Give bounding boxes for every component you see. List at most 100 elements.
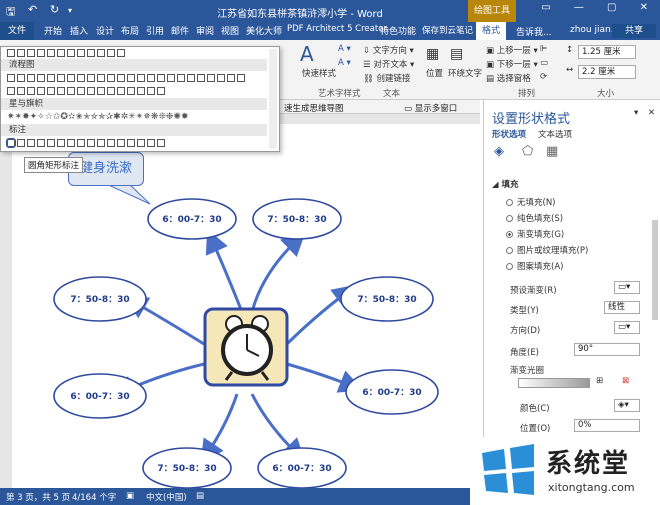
shape-item[interactable]: [87, 87, 95, 95]
remove-stop-icon[interactable]: ⊠: [622, 376, 629, 386]
shape-item[interactable]: [147, 74, 155, 82]
shape-item[interactable]: [97, 139, 105, 147]
shape-item[interactable]: [117, 139, 125, 147]
shape-item[interactable]: [47, 87, 55, 95]
tab-mailings[interactable]: 邮件: [171, 24, 189, 37]
share-button[interactable]: 共享: [612, 24, 656, 38]
page-count[interactable]: 第 3 页，共 5 页: [6, 491, 70, 503]
shape-item[interactable]: [47, 49, 55, 57]
tell-me-input[interactable]: 告诉我...: [516, 25, 552, 38]
shape-item[interactable]: [7, 74, 15, 82]
pane-dropdown-icon[interactable]: ▾: [634, 108, 638, 118]
shape-item[interactable]: [7, 49, 15, 57]
shape-item[interactable]: [87, 139, 95, 147]
angle-input[interactable]: 90°: [574, 343, 640, 356]
tab-beautify[interactable]: 美化大师: [246, 24, 282, 37]
wrap-text-button[interactable]: 环绕文字: [448, 67, 482, 79]
shape-item[interactable]: [137, 139, 145, 147]
shape-item[interactable]: [17, 74, 25, 82]
fill-gradient-radio[interactable]: 渐变填充(G): [506, 228, 564, 240]
position-input[interactable]: 0%: [574, 419, 640, 432]
shape-item[interactable]: [77, 87, 85, 95]
shape-item[interactable]: [67, 139, 75, 147]
tab-format[interactable]: 格式: [476, 22, 506, 40]
fill-pattern-radio[interactable]: 图案填充(A): [506, 260, 563, 272]
fill-solid-radio[interactable]: 纯色填充(S): [506, 212, 563, 224]
shape-item[interactable]: [157, 87, 165, 95]
multi-window-button[interactable]: ▭ 显示多窗口: [404, 102, 457, 114]
color-picker[interactable]: ◈▾: [614, 399, 640, 412]
wrap-text-icon[interactable]: ▤: [450, 46, 463, 62]
gradient-stops-bar[interactable]: [518, 378, 590, 388]
width-spinner[interactable]: 2.2 厘米: [578, 65, 636, 79]
shape-item[interactable]: [107, 49, 115, 57]
shape-item[interactable]: [37, 87, 45, 95]
text-fill-icon[interactable]: A ▾: [338, 44, 351, 54]
rounded-rect-callout-shape[interactable]: [6, 138, 16, 148]
mindmap-link[interactable]: 速生成思维导图: [284, 102, 344, 114]
selection-pane-button[interactable]: ▤ 选择窗格: [486, 72, 531, 84]
group-icon[interactable]: ▭: [540, 58, 548, 68]
shape-item[interactable]: [77, 74, 85, 82]
tab-review[interactable]: 审阅: [196, 24, 214, 37]
shape-item[interactable]: [27, 139, 35, 147]
shape-item[interactable]: [117, 87, 125, 95]
tab-pdf-architect[interactable]: PDF Architect 5 Creator: [287, 24, 387, 34]
shape-item[interactable]: [27, 87, 35, 95]
position-button[interactable]: 位置: [426, 67, 443, 79]
language-indicator[interactable]: 中文(中国): [146, 491, 187, 503]
align-text-button[interactable]: ☰ 对齐文本 ▾: [363, 58, 414, 70]
preset-gradient-picker[interactable]: ▭▾: [614, 281, 640, 294]
tab-view[interactable]: 视图: [221, 24, 239, 37]
window-controls[interactable]: ▭ — ▢ ✕: [541, 2, 658, 13]
text-outline-icon[interactable]: A ▾: [338, 58, 351, 68]
shape-item[interactable]: [87, 49, 95, 57]
tab-home[interactable]: 开始: [44, 24, 62, 37]
shape-item[interactable]: [97, 49, 105, 57]
shape-item[interactable]: [17, 139, 25, 147]
tab-insert[interactable]: 插入: [70, 24, 88, 37]
tab-shape-options[interactable]: 形状选项: [492, 128, 526, 140]
shape-item[interactable]: [137, 74, 145, 82]
shape-item[interactable]: [197, 74, 205, 82]
shape-item[interactable]: [37, 74, 45, 82]
fill-picture-radio[interactable]: 图片或纹理填充(P): [506, 244, 588, 256]
tab-text-options[interactable]: 文本选项: [538, 128, 572, 140]
fill-section-header[interactable]: ◢ 填充: [492, 178, 519, 190]
shape-item[interactable]: [97, 87, 105, 95]
shape-item[interactable]: [237, 74, 245, 82]
tab-file[interactable]: 文件: [0, 22, 34, 40]
shape-item[interactable]: [127, 87, 135, 95]
quick-style-button[interactable]: 快速样式: [302, 67, 336, 79]
gallery-scrollbar[interactable]: [269, 49, 277, 149]
shape-item[interactable]: [117, 74, 125, 82]
shape-item[interactable]: [27, 49, 35, 57]
shape-item[interactable]: [37, 139, 45, 147]
add-stop-icon[interactable]: ⊞: [596, 376, 603, 386]
shape-item[interactable]: [157, 74, 165, 82]
layout-props-icon[interactable]: ▦: [546, 144, 558, 159]
shape-item[interactable]: [177, 74, 185, 82]
position-icon[interactable]: ▦: [426, 46, 439, 62]
direction-picker[interactable]: ▭▾: [614, 321, 640, 334]
shape-item[interactable]: [117, 49, 125, 57]
create-link-button[interactable]: ⛓ 创建链接: [363, 72, 411, 84]
shape-item[interactable]: [107, 87, 115, 95]
shape-item[interactable]: [227, 74, 235, 82]
proofing-icon[interactable]: ▣: [126, 491, 134, 501]
gallery-row-stars[interactable]: ✷✶✸✦✧☆✩✪✫✬✭✮✯✰✱✲✳✴✵❋❊❉✺✹: [7, 112, 267, 123]
shape-item[interactable]: [147, 87, 155, 95]
shape-item[interactable]: [77, 49, 85, 57]
shape-item[interactable]: [77, 139, 85, 147]
text-direction-button[interactable]: ⇩ 文字方向 ▾: [363, 44, 414, 56]
shape-item[interactable]: [57, 49, 65, 57]
redo-icon[interactable]: ↻: [50, 3, 59, 16]
shape-item[interactable]: [107, 139, 115, 147]
bring-forward-button[interactable]: ▣ 上移一层 ▾: [486, 44, 538, 56]
type-select[interactable]: 线性: [604, 301, 640, 314]
shape-item[interactable]: [187, 74, 195, 82]
pane-scrollbar[interactable]: [652, 220, 658, 320]
shape-item[interactable]: [107, 74, 115, 82]
shape-item[interactable]: [127, 74, 135, 82]
shape-item[interactable]: [87, 74, 95, 82]
